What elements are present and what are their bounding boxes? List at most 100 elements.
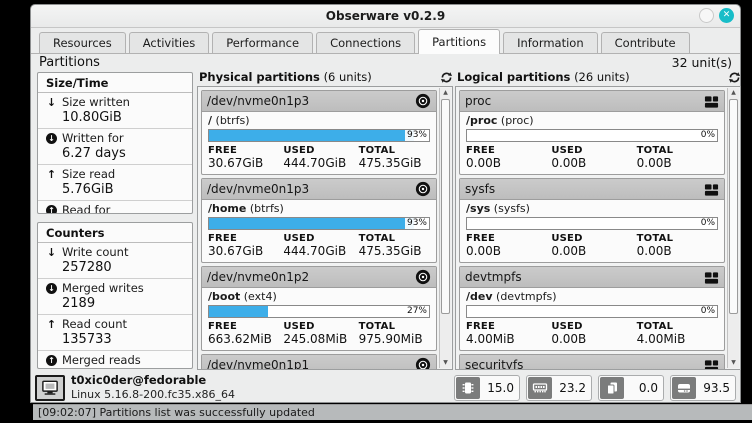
usage-stats: FREE0.00B USED0.00B TOTAL0.00B [466,233,718,258]
scroll-up-icon[interactable]: ▲ [440,88,451,98]
partition-device-name: sysfs [465,182,495,196]
logical-panel-header: Logical partitions (26 units) [457,69,741,85]
partition-card-body: /sys (sysfs) 0% FREE0.00B USED0.00B TOTA… [460,200,724,262]
partition-card: /dev/nvme0n1p2 /boot (ext4) 27% FREE663.… [201,266,437,351]
usage-progressbar: 0% [466,217,718,230]
tab-connections[interactable]: Connections [316,32,415,53]
used-value: 0.00B [551,332,632,346]
logical-scrollbar[interactable]: ▲ ▼ [727,88,739,368]
usage-progressbar: 0% [466,305,718,318]
partition-card: /dev/nvme0n1p3 / (btrfs) 93% FREE30.67Gi… [201,90,437,175]
arrow-down-icon: ↓ [46,96,57,109]
partition-card-body: / (btrfs) 93% FREE30.67GiB USED444.70GiB… [202,112,436,174]
logical-drive-icon [704,94,719,109]
usage-percent: 93% [405,130,429,141]
partition-card-header[interactable]: securityfs [460,355,724,370]
mount-point: /dev [466,290,493,303]
stat-value: 257280 [46,260,184,275]
stat-value: 6.27 days [46,146,184,161]
usage-progressbar: 93% [208,129,430,142]
usage-progressbar: 0% [466,129,718,142]
mount-point: /boot [208,290,240,303]
total-value: 975.90MiB [359,332,430,346]
physical-partitions-panel: /dev/nvme0n1p3 / (btrfs) 93% FREE30.67Gi… [197,86,453,370]
partition-card-header[interactable]: devtmpfs [460,267,724,288]
free-label: FREE [466,145,547,156]
partition-device-name: proc [465,94,491,108]
partition-card-header[interactable]: /dev/nvme0n1p1 [202,355,436,370]
partition-card-header[interactable]: sysfs [460,179,724,200]
free-label: FREE [466,321,547,332]
arrow-up-icon: ↑ [46,168,57,181]
total-label: TOTAL [359,145,430,156]
partition-device-name: /dev/nvme0n1p3 [207,182,309,196]
partition-card-header[interactable]: /dev/nvme0n1p3 [202,179,436,200]
partition-card: proc /proc (proc) 0% FREE0.00B USED0.00B… [459,90,725,175]
refresh-physical-button[interactable] [439,70,453,84]
tab-partitions[interactable]: Partitions [418,29,500,54]
used-value: 0.00B [551,156,632,170]
stat-row-written-for: ↓Written for 6.27 days [38,129,192,165]
disk-value: 93.5 [697,381,735,395]
cpu-icon [456,377,480,399]
partition-device-name: /dev/nvme0n1p2 [207,270,309,284]
free-value: 30.67GiB [208,156,279,170]
partition-device-name: devtmpfs [465,270,522,284]
scroll-up-icon[interactable]: ▲ [728,88,739,98]
stat-row-read-for: ↑Read for 13.45 hours [38,201,192,214]
refresh-logical-button[interactable] [727,70,741,84]
logical-partitions-panel: proc /proc (proc) 0% FREE0.00B USED0.00B… [455,86,741,370]
usage-stats: FREE30.67GiB USED444.70GiB TOTAL475.35Gi… [208,233,430,258]
partition-device-name: securityfs [465,358,523,370]
used-label: USED [551,145,632,156]
tab-bar: Resources Activities Performance Connect… [31,27,740,54]
partition-card-body: /dev (devtmpfs) 0% FREE4.00MiB USED0.00B… [460,288,724,350]
partition-card-header[interactable]: /dev/nvme0n1p2 [202,267,436,288]
mount-line: / (btrfs) [208,114,430,127]
total-value: 475.35GiB [359,156,430,170]
used-value: 245.08MiB [283,332,354,346]
tab-resources[interactable]: Resources [39,32,126,53]
tab-performance[interactable]: Performance [212,32,313,53]
partition-card-header[interactable]: /dev/nvme0n1p3 [202,91,436,112]
close-icon: ✕ [723,11,731,20]
minimize-button[interactable] [699,8,714,23]
scroll-down-icon[interactable]: ▼ [728,358,739,368]
scrollbar-thumb[interactable] [441,99,450,314]
kernel-version: Linux 5.16.8-200.fc35.x86_64 [71,388,235,401]
total-label: TOTAL [359,321,430,332]
size-time-box: Size/Time ↓Size written 10.80GiB ↓Writte… [37,72,193,214]
circled-arrow-up-icon: ↑ [46,355,57,366]
window-title: Obserware v0.2.9 [326,9,445,23]
partition-card-header[interactable]: proc [460,91,724,112]
memory-value: 23.2 [553,381,591,395]
titlebar[interactable]: Obserware v0.2.9 ✕ [31,5,740,28]
physical-panel-header: Physical partitions (6 units) [199,69,453,85]
mount-line: /sys (sysfs) [466,202,718,215]
stat-value: 10274 [46,368,184,369]
used-value: 444.70GiB [283,156,354,170]
usage-percent: 93% [405,218,429,229]
free-value: 0.00B [466,244,547,258]
total-label: TOTAL [637,233,718,244]
partition-card: sysfs /sys (sysfs) 0% FREE0.00B USED0.00… [459,178,725,263]
physical-count: (6 units) [324,70,372,84]
filesystem-type: (btrfs) [250,202,284,215]
cpu-value: 15.0 [481,381,519,395]
disc-icon [415,357,431,370]
tab-contribute[interactable]: Contribute [601,32,690,53]
tab-information[interactable]: Information [503,32,598,53]
filesystem-type: (ext4) [244,290,277,303]
partition-device-name: /dev/nvme0n1p3 [207,94,309,108]
partition-card: devtmpfs /dev (devtmpfs) 0% FREE4.00MiB … [459,266,725,351]
usage-fill [209,130,414,141]
counters-box: Counters ↓Write count 257280 ↓Merged wri… [37,222,193,369]
used-value: 444.70GiB [283,244,354,258]
stat-label: Read count [62,317,127,331]
host-info: t0xic0der@fedorable Linux 5.16.8-200.fc3… [71,374,235,401]
close-button[interactable]: ✕ [719,8,734,23]
tab-activities[interactable]: Activities [129,32,209,53]
physical-scrollbar[interactable]: ▲ ▼ [439,88,451,368]
scrollbar-thumb[interactable] [729,99,738,314]
scroll-down-icon[interactable]: ▼ [440,358,451,368]
